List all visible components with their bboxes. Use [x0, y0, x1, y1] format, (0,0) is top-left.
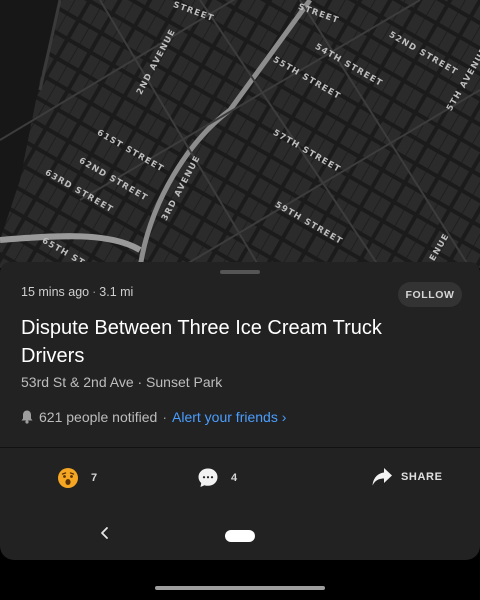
comment-count: 4: [231, 472, 238, 484]
notified-count: 621 people notified: [39, 409, 158, 425]
notify-separator: ·: [162, 409, 167, 425]
incident-meta: 15 mins ago · 3.1 mi: [21, 285, 133, 299]
comment-button[interactable]: 4: [197, 467, 237, 489]
share-label: SHARE: [401, 471, 443, 483]
system-nav-bar: [0, 505, 480, 560]
incident-sheet: 15 mins ago · 3.1 mi FOLLOW Dispute Betwee…: [0, 262, 480, 560]
bell-icon: [21, 410, 33, 424]
reaction-count: 7: [91, 472, 98, 484]
drag-handle[interactable]: [220, 270, 260, 274]
chat-bubble-icon: [198, 468, 218, 487]
share-arrow-icon: [372, 468, 392, 486]
reaction-button[interactable]: 7: [57, 467, 97, 489]
time-ago: 15 mins ago: [21, 285, 90, 299]
gesture-bar[interactable]: [155, 586, 325, 590]
incident-location: 53rd St & 2nd Ave · Sunset Park: [21, 374, 223, 390]
follow-button[interactable]: FOLLOW: [398, 282, 462, 307]
map-view[interactable]: STREET STREET 2ND AVENUE 54TH STREET 52N…: [0, 0, 480, 268]
meta-separator: ·: [92, 285, 97, 299]
distance: 3.1 mi: [99, 285, 134, 299]
back-chevron-icon[interactable]: [96, 524, 114, 542]
action-bar: 7 4 SHARE: [0, 448, 480, 510]
notified-row: 621 people notified · Alert your friends…: [21, 409, 286, 425]
alert-friends-link[interactable]: Alert your friends ›: [172, 409, 286, 425]
home-pill[interactable]: [225, 530, 255, 542]
shocked-face-icon: [58, 468, 78, 488]
incident-title: Dispute Between Three Ice Cream Truck Dr…: [21, 317, 382, 367]
share-button[interactable]: SHARE: [371, 467, 443, 487]
